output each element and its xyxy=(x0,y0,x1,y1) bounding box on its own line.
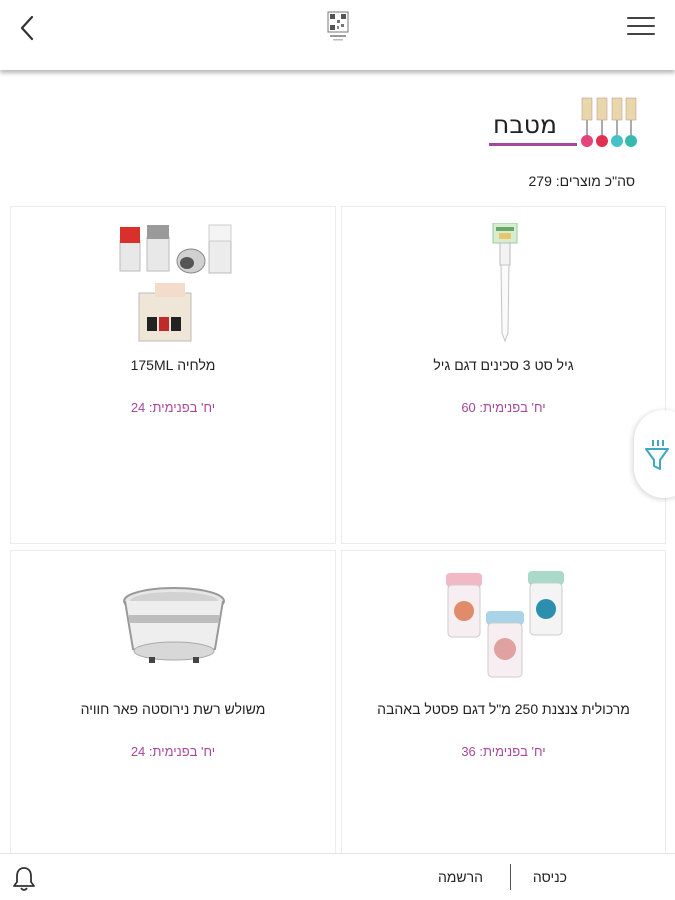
product-qty: יח' בפנימית: 36 xyxy=(461,744,546,759)
product-name[interactable]: מלחיה 175ML xyxy=(11,357,335,373)
product-image xyxy=(446,571,564,678)
product-name[interactable]: גיל סט 3 סכינים דגם גיל xyxy=(342,357,665,373)
product-card[interactable]: גיל סט 3 סכינים דגם גיל יח' בפנימית: 60 xyxy=(341,206,666,544)
qr-logo-icon xyxy=(327,11,349,41)
product-name[interactable]: מרכולית צנצנת 250 מ"ל דגם פסטל באהבה xyxy=(342,701,665,717)
logo[interactable] xyxy=(327,11,349,43)
hamburger-menu-icon xyxy=(627,17,655,19)
product-card[interactable]: מרכולית צנצנת 250 מ"ל דגם פסטל באהבה יח'… xyxy=(341,550,666,860)
login-link[interactable]: כניסה xyxy=(533,869,567,885)
filter-button[interactable] xyxy=(634,410,675,498)
footer-divider xyxy=(510,864,511,890)
product-name[interactable]: משולש רשת נירוסטה פאר חוויה xyxy=(11,701,335,717)
product-image xyxy=(119,224,232,342)
notifications-button[interactable] xyxy=(12,866,36,892)
product-image xyxy=(123,587,225,663)
menu-button[interactable] xyxy=(627,17,655,39)
register-link[interactable]: הרשמה xyxy=(438,869,483,885)
product-qty: יח' בפנימית: 24 xyxy=(130,744,216,759)
bottom-bar: הרשמה כניסה xyxy=(0,853,675,900)
product-qty: יח' בפנימית: 24 xyxy=(130,400,216,415)
product-image xyxy=(492,223,518,343)
total-products-count: סה"כ מוצרים: 279 xyxy=(528,173,635,189)
back-button[interactable] xyxy=(14,12,42,44)
top-bar xyxy=(0,0,675,70)
category-title-underline xyxy=(489,143,577,146)
category-image xyxy=(578,96,640,152)
product-card[interactable]: משולש רשת נירוסטה פאר חוויה יח' בפנימית:… xyxy=(10,550,336,860)
filter-funnel-icon xyxy=(645,440,669,470)
product-qty: יח' בפנימית: 60 xyxy=(461,400,546,415)
product-card[interactable]: מלחיה 175ML יח' בפנימית: 24 xyxy=(10,206,336,544)
chevron-left-icon xyxy=(20,15,34,41)
category-title: מטבח xyxy=(493,110,557,139)
bell-icon xyxy=(13,867,35,891)
